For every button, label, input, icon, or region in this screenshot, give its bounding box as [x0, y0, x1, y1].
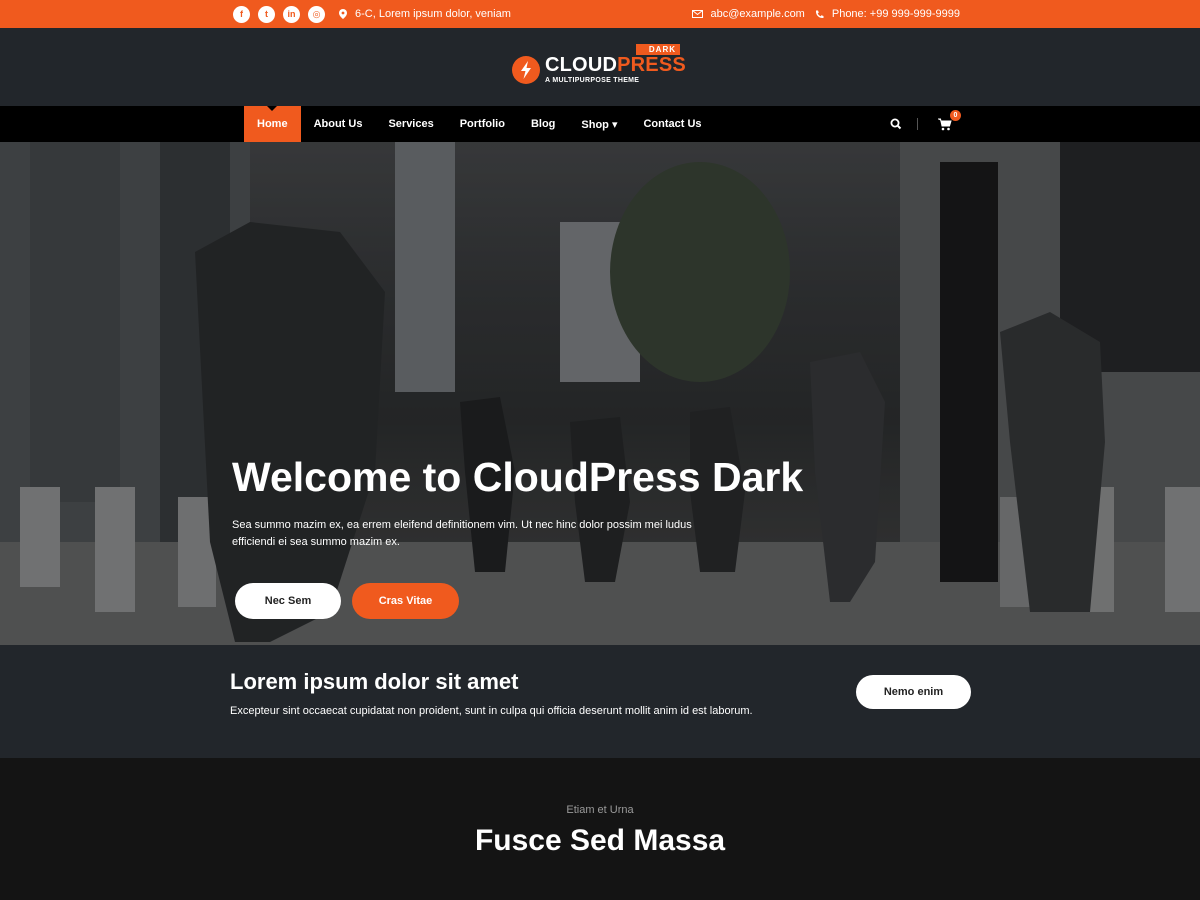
linkedin-icon[interactable]: in: [283, 5, 300, 23]
hero-description: Sea summo mazim ex, ea errem eleifend de…: [232, 519, 692, 548]
section-subtitle: Etiam et Urna: [566, 804, 634, 816]
section-title: Fusce Sed Massa: [474, 824, 726, 857]
nav-item-shop[interactable]: Shop ▾: [568, 106, 630, 142]
nav-item-about-us[interactable]: About Us: [301, 106, 376, 142]
nav-menu: Home About Us Services Portfolio Blog Sh…: [244, 106, 715, 142]
callout-section: Lorem ipsum dolor sit amet Excepteur sin…: [0, 645, 1200, 758]
site-logo[interactable]: DARK CLOUDPRESS A MULTIPURPOSE THEME: [512, 42, 686, 94]
instagram-icon[interactable]: ◎: [308, 5, 325, 23]
cart-count-badge: 0: [950, 110, 961, 121]
email-link[interactable]: abc@example.com: [711, 8, 805, 20]
nav-item-contact-us[interactable]: Contact Us: [630, 106, 714, 142]
logo-name-part2: PRESS: [617, 54, 686, 76]
hero-title: Welcome to CloudPress Dark: [232, 454, 804, 500]
search-icon[interactable]: [889, 117, 903, 131]
lightning-bolt-icon: [512, 56, 540, 84]
callout-button[interactable]: Nemo enim: [856, 675, 971, 709]
nav-divider: [917, 118, 918, 130]
callout-title: Lorem ipsum dolor sit amet: [230, 669, 519, 694]
nav-item-services[interactable]: Services: [375, 106, 446, 142]
envelope-icon: [691, 10, 703, 18]
site-header: DARK CLOUDPRESS A MULTIPURPOSE THEME: [0, 28, 1200, 106]
callout-text: Excepteur sint occaecat cupidatat non pr…: [230, 705, 753, 717]
map-pin-icon: [339, 9, 347, 19]
twitter-icon[interactable]: t: [258, 5, 275, 23]
hero-background-image: [0, 142, 1200, 645]
logo-tagline: A MULTIPURPOSE THEME: [545, 77, 640, 84]
logo-name-part1: CLOUD: [545, 54, 618, 76]
nav-item-portfolio[interactable]: Portfolio: [447, 106, 518, 142]
main-nav: Home About Us Services Portfolio Blog Sh…: [0, 106, 1200, 142]
hero-secondary-button[interactable]: Cras Vitae: [352, 583, 459, 619]
nav-item-home[interactable]: Home: [244, 106, 301, 142]
hero-slider: Welcome to CloudPress Dark Sea summo maz…: [0, 142, 1200, 645]
address-item: 6-C, Lorem ipsum dolor, veniam: [339, 8, 511, 20]
content-section: Etiam et Urna Fusce Sed Massa: [0, 758, 1200, 900]
address-text: 6-C, Lorem ipsum dolor, veniam: [355, 8, 511, 20]
phone-icon: [815, 10, 824, 19]
topbar: f t in ◎ 6-C, Lorem ipsum dolor, veniam …: [0, 0, 1200, 28]
facebook-icon[interactable]: f: [233, 5, 250, 23]
topbar-right: abc@example.com Phone: +99 999-999-9999: [691, 0, 960, 28]
topbar-left: f t in ◎ 6-C, Lorem ipsum dolor, veniam: [233, 0, 511, 28]
hero-primary-button[interactable]: Nec Sem: [235, 583, 341, 619]
nav-item-blog[interactable]: Blog: [518, 106, 568, 142]
logo-name: CLOUDPRESS: [545, 54, 686, 77]
phone-text: Phone: +99 999-999-9999: [831, 8, 960, 20]
